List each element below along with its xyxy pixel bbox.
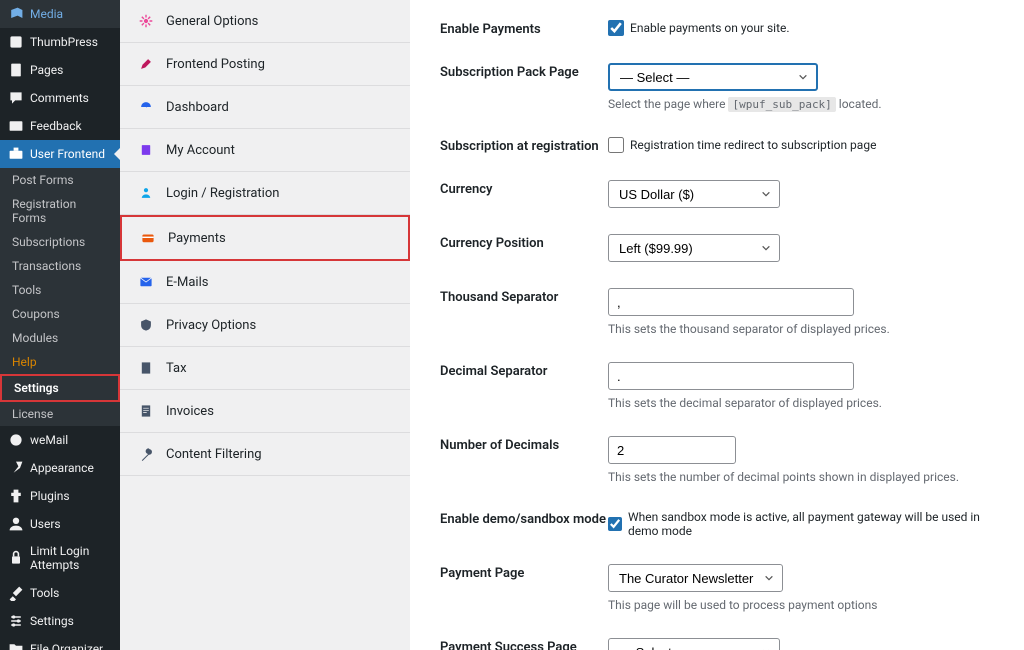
wemail-icon [8, 432, 24, 448]
media-icon [8, 6, 24, 22]
settings-icon [8, 613, 24, 629]
pages-icon [8, 62, 24, 78]
subscription-at-reg-checkbox-row[interactable]: Registration time redirect to subscripti… [608, 137, 994, 153]
menu-pages[interactable]: Pages [0, 56, 120, 84]
users-icon [8, 516, 24, 532]
filter-icon [138, 446, 154, 462]
invoices-icon [138, 403, 154, 419]
currency-position-label: Currency Position [440, 234, 608, 251]
thousand-sep-input[interactable] [608, 288, 854, 316]
settings-form: Enable Payments Enable payments on your … [410, 0, 1024, 650]
num-decimals-help: This sets the number of decimal points s… [608, 470, 994, 484]
menu-feedback[interactable]: Feedback [0, 112, 120, 140]
menu-wemail[interactable]: weMail [0, 426, 120, 454]
tab-dashboard[interactable]: Dashboard [120, 86, 410, 129]
thousand-sep-label: Thousand Separator [440, 288, 608, 305]
sandbox-checkbox[interactable] [608, 516, 622, 532]
sandbox-label: Enable demo/sandbox mode [440, 510, 608, 527]
currency-label: Currency [440, 180, 608, 197]
submenu-coupons[interactable]: Coupons [0, 302, 120, 326]
file-icon [8, 641, 24, 650]
tab-my-account[interactable]: My Account [120, 129, 410, 172]
submenu-registration-forms[interactable]: Registration Forms [0, 192, 120, 230]
payment-page-label: Payment Page [440, 564, 608, 581]
enable-payments-checkbox-row[interactable]: Enable payments on your site. [608, 20, 994, 36]
tab-general-options[interactable]: General Options [120, 0, 410, 43]
tools-icon [8, 585, 24, 601]
post-icon [138, 56, 154, 72]
payment-success-label: Payment Success Page [440, 638, 608, 650]
subscription-at-reg-checkbox[interactable] [608, 137, 624, 153]
gear-icon [138, 13, 154, 29]
emails-icon [138, 274, 154, 290]
menu-appearance[interactable]: Appearance [0, 454, 120, 482]
tab-frontend-posting[interactable]: Frontend Posting [120, 43, 410, 86]
tab-e-mails[interactable]: E-Mails [120, 261, 410, 304]
enable-payments-checkbox[interactable] [608, 20, 624, 36]
submenu-subscriptions[interactable]: Subscriptions [0, 230, 120, 254]
tab-tax[interactable]: Tax [120, 347, 410, 390]
tab-payments[interactable]: Payments [120, 215, 410, 261]
subscription-pack-page-select[interactable]: — Select — [608, 63, 818, 91]
menu-users[interactable]: Users [0, 510, 120, 538]
tax-icon [138, 360, 154, 376]
admin-sidebar: MediaThumbPressPagesCommentsFeedback Use… [0, 0, 120, 650]
menu-label: User Frontend [30, 147, 105, 161]
privacy-icon [138, 317, 154, 333]
feedback-icon [8, 118, 24, 134]
plugins-icon [8, 488, 24, 504]
menu-tools[interactable]: Tools [0, 579, 120, 607]
menu-media[interactable]: Media [0, 0, 120, 28]
submenu-modules[interactable]: Modules [0, 326, 120, 350]
menu-settings[interactable]: Settings [0, 607, 120, 635]
num-decimals-input[interactable] [608, 436, 736, 464]
currency-position-select[interactable]: Left ($99.99) [608, 234, 780, 262]
login-icon [138, 185, 154, 201]
tab-content-filtering[interactable]: Content Filtering [120, 433, 410, 476]
tab-login-registration[interactable]: Login / Registration [120, 172, 410, 215]
tab-privacy-options[interactable]: Privacy Options [120, 304, 410, 347]
decimal-sep-input[interactable] [608, 362, 854, 390]
admin-submenu: Post FormsRegistration FormsSubscription… [0, 168, 120, 426]
thumbpress-icon [8, 34, 24, 50]
sandbox-checkbox-row[interactable]: When sandbox mode is active, all payment… [608, 510, 994, 538]
dashboard-icon [138, 99, 154, 115]
payment-page-select[interactable]: The Curator Newsletter [608, 564, 783, 592]
menu-plugins[interactable]: Plugins [0, 482, 120, 510]
payments-icon [140, 230, 156, 246]
appearance-icon [8, 460, 24, 476]
currency-select[interactable]: US Dollar ($) [608, 180, 780, 208]
menu-comments[interactable]: Comments [0, 84, 120, 112]
account-icon [138, 142, 154, 158]
payment-success-select[interactable]: — Select — [608, 638, 780, 650]
subscription-pack-page-help: Select the page where [wpuf_sub_pack] lo… [608, 97, 994, 111]
menu-limit-login-attempts[interactable]: Limit Login Attempts [0, 538, 120, 579]
comments-icon [8, 90, 24, 106]
submenu-settings[interactable]: Settings [0, 374, 120, 402]
enable-payments-label: Enable Payments [440, 20, 608, 37]
menu-file-organizer[interactable]: File Organizer [0, 635, 120, 650]
user-frontend-icon [8, 146, 24, 162]
menu-thumbpress[interactable]: ThumbPress [0, 28, 120, 56]
decimal-sep-label: Decimal Separator [440, 362, 608, 379]
decimal-sep-help: This sets the decimal separator of displ… [608, 396, 994, 410]
submenu-license[interactable]: License [0, 402, 120, 426]
submenu-post-forms[interactable]: Post Forms [0, 168, 120, 192]
settings-tabs-column: General OptionsFrontend PostingDashboard… [120, 0, 410, 650]
submenu-tools[interactable]: Tools [0, 278, 120, 302]
num-decimals-label: Number of Decimals [440, 436, 608, 453]
tab-invoices[interactable]: Invoices [120, 390, 410, 433]
subscription-at-reg-label: Subscription at registration [440, 137, 608, 154]
subscription-pack-page-label: Subscription Pack Page [440, 63, 608, 80]
payment-page-help: This page will be used to process paymen… [608, 598, 994, 612]
menu-user-frontend[interactable]: User Frontend [0, 140, 120, 168]
submenu-transactions[interactable]: Transactions [0, 254, 120, 278]
submenu-help[interactable]: Help [0, 350, 120, 374]
limit-icon [8, 550, 24, 566]
thousand-sep-help: This sets the thousand separator of disp… [608, 322, 994, 336]
